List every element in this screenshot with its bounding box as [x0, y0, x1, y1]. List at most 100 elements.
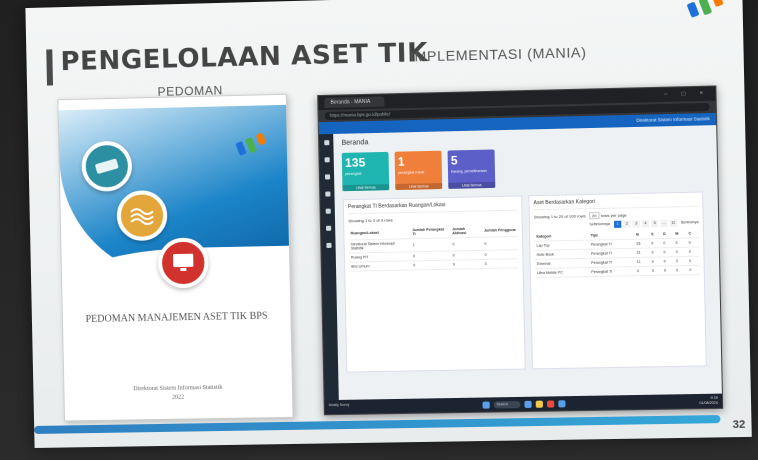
- table-cell: 0: [687, 265, 700, 275]
- list-icon[interactable]: [324, 191, 330, 197]
- table-cell: 0: [661, 265, 675, 276]
- slide-title: PENGELOLAAN ASET TIK: [60, 37, 429, 78]
- card-label: perangkat rusak: [398, 170, 425, 175]
- folder-icon[interactable]: [535, 400, 543, 408]
- table-cell: 0: [673, 238, 687, 248]
- card-pemeliharaan[interactable]: 5 barang, pemeliharaan Lihat Semua: [447, 149, 496, 189]
- content-panels: Perangkat TI Berdasarkan Ruangan/Lokasi …: [342, 191, 715, 373]
- home-icon[interactable]: [323, 140, 329, 146]
- settings-icon[interactable]: [325, 242, 332, 248]
- column-header[interactable]: Jumlah Perangkat TI: [410, 225, 451, 239]
- column-header[interactable]: B: [634, 230, 650, 240]
- chart-icon[interactable]: [325, 225, 331, 231]
- panel-title: Perangkat TI Berdasarkan Ruangan/Lokasi: [347, 200, 518, 215]
- pager-page-button[interactable]: …: [660, 219, 668, 227]
- mania-app: Beranda 135 perangkat Lihat Semua 1 pera…: [319, 125, 724, 403]
- table-cell: Biro Umum: [349, 260, 412, 272]
- pager-page-button[interactable]: 1: [614, 220, 622, 228]
- chrome-icon[interactable]: [546, 399, 554, 408]
- column-header[interactable]: Jumlah Pengguna: [481, 223, 518, 238]
- card-label: barang, pemeliharaan: [451, 168, 487, 174]
- title-accent-bar: [46, 49, 54, 86]
- pager-page-button[interactable]: 11: [669, 219, 678, 227]
- pager-next-button[interactable]: Berikutnya: [681, 219, 699, 226]
- table-cell: Direktorat Sistem Informasi Statistik: [348, 238, 411, 254]
- table-cell: 0: [649, 247, 662, 258]
- table-info: Showing 1 to 20 of 100 rows 20 rows per …: [533, 211, 699, 220]
- pager-page-button[interactable]: 2: [623, 220, 631, 228]
- table-cell: 0: [450, 259, 483, 270]
- page-size-suffix: rows per page: [600, 212, 627, 219]
- column-header[interactable]: D: [660, 229, 674, 239]
- browser-icon[interactable]: [523, 400, 532, 408]
- box-icon[interactable]: [325, 208, 331, 214]
- table-cell: 0: [410, 260, 451, 270]
- book-footer: Direktorat Sistem Informasi Statistik 20…: [64, 383, 292, 405]
- card-label: perangkat: [345, 171, 362, 177]
- search-icon[interactable]: [324, 174, 330, 180]
- table-cell: 0: [450, 237, 483, 252]
- table-cell: 1: [410, 237, 451, 252]
- column-header[interactable]: M: [673, 229, 687, 239]
- window-controls[interactable]: – □ ×: [664, 91, 716, 98]
- column-header[interactable]: Jumlah Aktivasi: [450, 224, 483, 238]
- card-value: 5: [450, 153, 458, 168]
- pager-page-button[interactable]: 5: [651, 219, 659, 228]
- browser-tab[interactable]: Beranda - MANIA: [324, 96, 385, 108]
- clock-date: 01/08/2024: [699, 400, 718, 406]
- table-info: Showing 1 to 3 of 3 rows: [348, 217, 393, 224]
- location-table: Ruangan/Lokasi Jumlah Perangkat TI Jumlah …: [348, 223, 519, 272]
- page-number: 32: [732, 418, 746, 432]
- table-row[interactable]: Biro Umum 0 0 0: [349, 258, 519, 272]
- store-icon[interactable]: [557, 399, 566, 407]
- category-table: Kategori Tipe B S D M C Lap Top Perangkat TI 26 0…: [534, 229, 700, 278]
- card-more-link[interactable]: Lihat Semua: [448, 181, 496, 189]
- column-header[interactable]: S: [648, 230, 662, 239]
- bps-logo-icon: [686, 0, 724, 18]
- clock: 9:18 01/08/2024: [699, 396, 718, 406]
- card-value: 135: [344, 155, 366, 170]
- pager-page-button[interactable]: 4: [641, 220, 650, 228]
- table-cell: 0: [482, 236, 519, 251]
- location-panel: Perangkat TI Berdasarkan Ruangan/Lokasi …: [342, 195, 526, 373]
- table-cell: 0: [674, 265, 688, 275]
- table-cell: 0: [649, 266, 662, 276]
- table-cell: 0: [661, 238, 674, 248]
- presentation-slide: PENGELOLAAN ASET TIK PEDOMAN IMPLEMENTAS…: [25, 0, 752, 448]
- table-cell: 0: [661, 247, 674, 257]
- start-icon[interactable]: [481, 400, 490, 409]
- background: PENGELOLAAN ASET TIK PEDOMAN IMPLEMENTAS…: [0, 0, 758, 460]
- bps-logo-icon: [235, 132, 267, 156]
- table-cell: 0: [686, 247, 700, 257]
- table-cell: Ultra Mobile PC: [534, 267, 590, 278]
- card-value: 1: [397, 154, 405, 169]
- table-cell: 0: [482, 258, 519, 269]
- table-cell: 21: [634, 248, 650, 258]
- mania-browser-window: Beranda - MANIA – □ × https://mania.bps.…: [317, 85, 724, 416]
- taskbar-search[interactable]: Search: [493, 400, 520, 408]
- pager-prev-button[interactable]: Sebelumnya: [589, 221, 610, 229]
- table-cell: 0: [673, 247, 687, 257]
- summary-cards: 135 perangkat Lihat Semua 1 perangkat ru…: [341, 145, 711, 192]
- page-size-select[interactable]: 20: [588, 212, 600, 220]
- table-cell: 26: [634, 238, 650, 249]
- book-title: PEDOMAN MANAJEMEN ASET TIK BPS: [85, 310, 268, 325]
- weather-widget[interactable]: Mostly Sunny: [329, 403, 350, 407]
- card-more-link[interactable]: Lihat Semua: [342, 184, 390, 192]
- pagination: Sebelumnya 1 2 3 4 5… 11 Berikutnya: [534, 219, 699, 230]
- category-panel: Aset Berdasarkan Kategori Showing 1 to 2…: [528, 191, 707, 370]
- column-header[interactable]: Ruangan/Lokasi: [348, 226, 411, 240]
- table-row[interactable]: Ultra Mobile PC Perangkat TI 0 0 0 0 0: [534, 265, 700, 278]
- user-icon[interactable]: [324, 157, 330, 163]
- table-cell: 0: [673, 256, 688, 266]
- right-heading: IMPLEMENTASI (MANIA): [409, 43, 587, 65]
- table-info-text: Showing 1 to 20 of 100 rows: [533, 213, 586, 220]
- card-more-link[interactable]: Lihat Semua: [395, 182, 443, 191]
- column-header[interactable]: C: [686, 229, 699, 239]
- page-title: Beranda: [341, 139, 369, 147]
- card-perangkat[interactable]: 135 perangkat Lihat Semua: [341, 151, 390, 192]
- pager-page-button[interactable]: 3: [632, 220, 640, 228]
- table-cell: 0: [686, 256, 700, 266]
- table-cell: 0: [634, 266, 650, 276]
- card-perangkat-rusak[interactable]: 1 perangkat rusak Lihat Semua: [394, 150, 443, 191]
